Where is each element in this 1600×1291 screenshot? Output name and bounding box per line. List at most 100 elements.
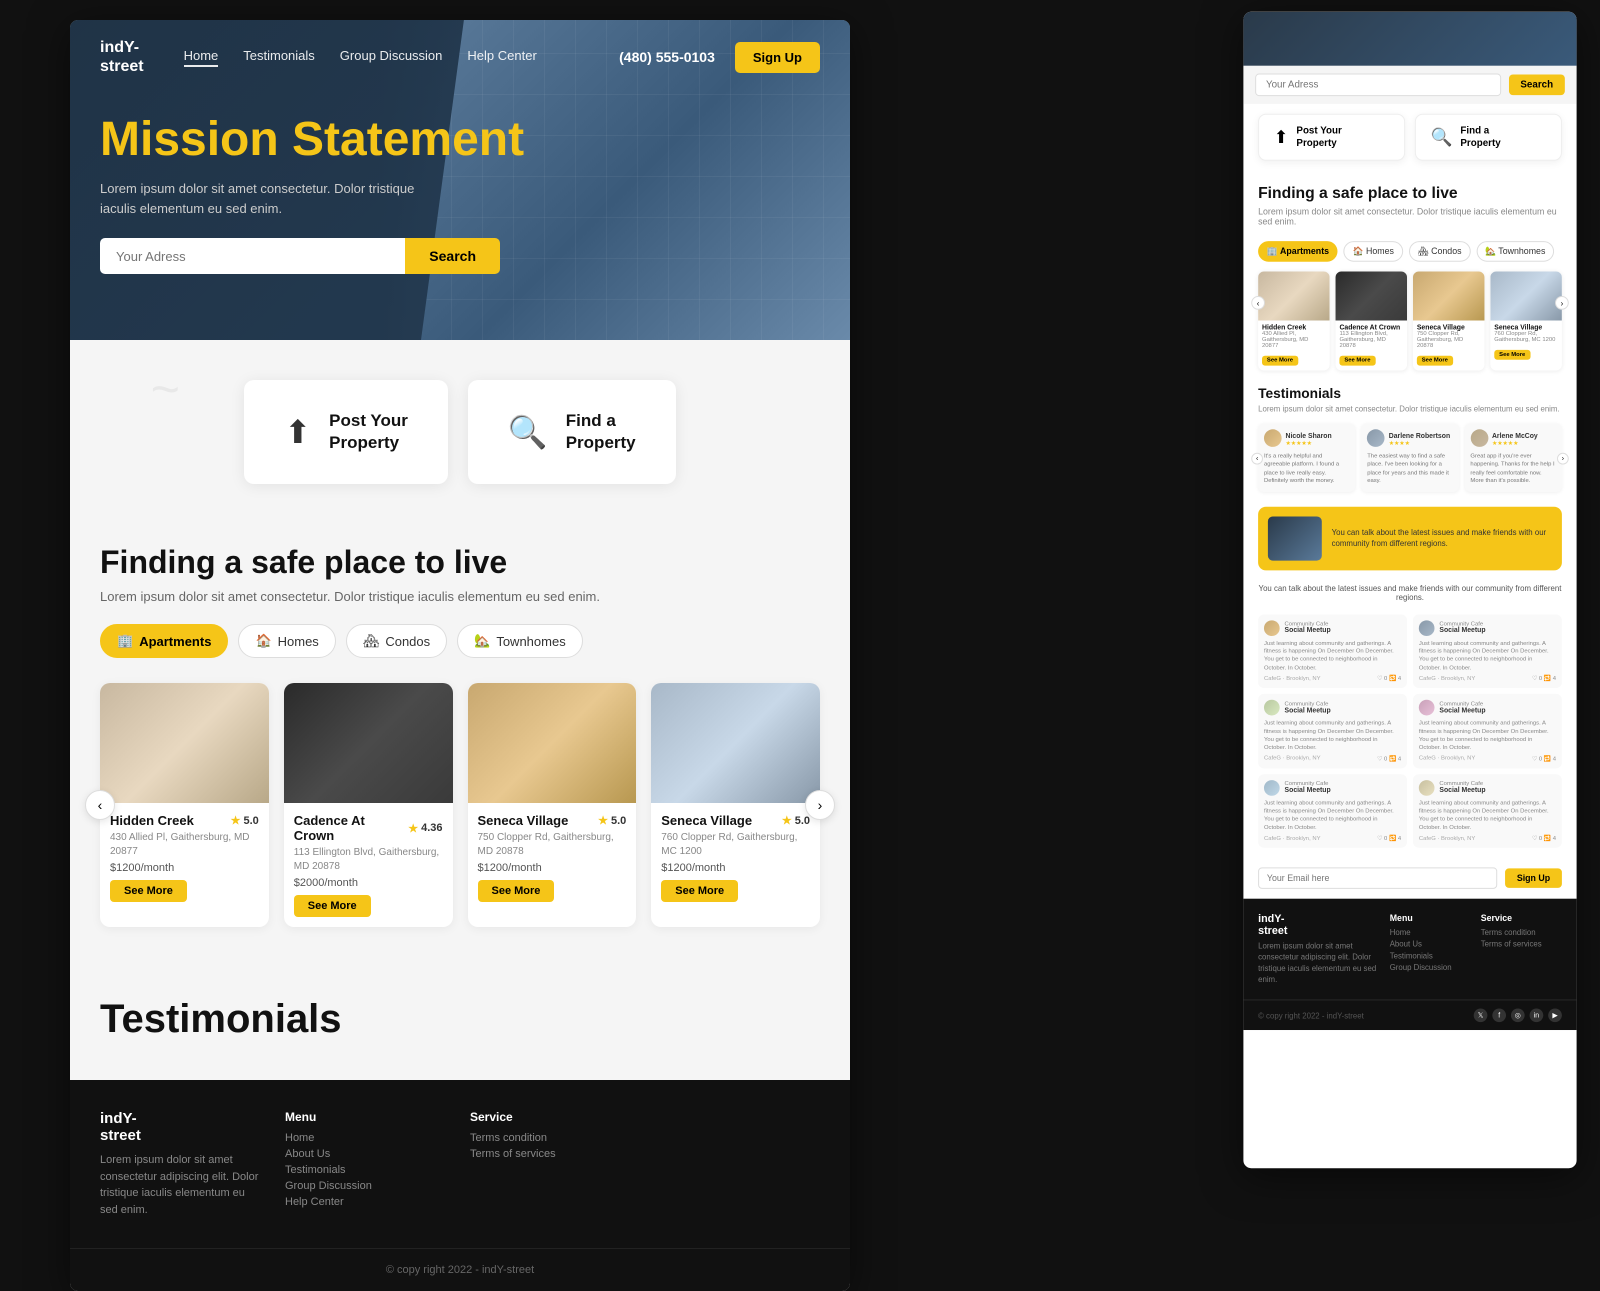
preview-community-card-header: Community Cafe Social Meetup	[1264, 780, 1401, 796]
footer-link-about[interactable]: About Us	[285, 1148, 450, 1160]
listing-info: Seneca Village ★ 5.0 760 Clopper Rd, Gai…	[651, 803, 820, 912]
facebook-icon[interactable]: f	[1492, 1008, 1506, 1022]
preview-listings: ‹ Hidden Creek 430 Allied Pl, Gaithersbu…	[1243, 272, 1576, 371]
preview-email-input[interactable]	[1258, 868, 1497, 890]
preview-find-property-card[interactable]: 🔍 Find aProperty	[1415, 114, 1562, 161]
preview-find-property-label: Find aProperty	[1460, 124, 1500, 149]
footer-link-terms[interactable]: Terms condition	[470, 1132, 635, 1144]
preview-listing-info: Seneca Village 760 Clopper Rd, Gaithersb…	[1490, 321, 1562, 365]
footer-service-col: Service Terms condition Terms of service…	[470, 1110, 635, 1218]
preview-footer-service-title: Service	[1481, 914, 1562, 924]
preview-community-actions: ♡ 0 🔁 4	[1532, 755, 1556, 762]
footer-link-home[interactable]: Home	[285, 1132, 450, 1144]
preview-community-location: CafeG · Brooklyn, NY	[1264, 756, 1321, 762]
instagram-icon[interactable]: ◎	[1511, 1008, 1525, 1022]
carousel-next-button[interactable]: ›	[805, 790, 835, 820]
preview-tab-homes[interactable]: 🏠 Homes	[1344, 241, 1403, 262]
nav-home[interactable]: Home	[184, 48, 219, 67]
preview-listing-name: Seneca Village	[1417, 324, 1481, 331]
brand-logo: indY- street	[100, 38, 144, 76]
preview-community-location: CafeG · Brooklyn, NY	[1419, 676, 1476, 682]
footer-link-testimonials[interactable]: Testimonials	[285, 1164, 450, 1176]
preview-community-actions: ♡ 0 🔁 4	[1532, 835, 1556, 842]
preview-listing-image	[1490, 272, 1562, 321]
footer-link-help[interactable]: Help Center	[285, 1196, 450, 1208]
preview-testimonials-prev[interactable]: ‹	[1251, 453, 1263, 465]
carousel-prev-button[interactable]: ‹	[85, 790, 115, 820]
preview-tab-apartments[interactable]: 🏢 Apartments	[1258, 241, 1338, 262]
preview-listing-card: Seneca Village 760 Clopper Rd, Gaithersb…	[1490, 272, 1562, 371]
preview-footer: indY-street Lorem ipsum dolor sit amet c…	[1243, 899, 1576, 1000]
preview-community-grid: Community Cafe Social Meetup Just learni…	[1258, 614, 1562, 848]
preview-avatar	[1264, 429, 1282, 447]
preview-listing-info: Cadence At Crown 113 Ellington Blvd, Gai…	[1336, 321, 1408, 371]
preview-community-text: Just learning about community and gather…	[1264, 799, 1401, 832]
nav-testimonials[interactable]: Testimonials	[243, 48, 315, 67]
preview-search-input[interactable]	[1255, 74, 1501, 97]
listing-card: Cadence At Crown ★ 4.36 113 Ellington Bl…	[284, 683, 453, 927]
preview-listing-info: Seneca Village 750 Clopper Rd, Gaithersb…	[1413, 321, 1485, 371]
action-section: ~ ⬆ Post YourProperty 🔍 Find aProperty	[70, 340, 850, 524]
preview-listing-addr: 750 Clopper Rd, Gaithersburg, MD 20878	[1417, 331, 1481, 349]
preview-tab-condos[interactable]: 🏘 Condos	[1409, 241, 1471, 262]
footer-description: Lorem ipsum dolor sit amet consectetur a…	[100, 1152, 265, 1218]
preview-footer-link[interactable]: Terms of services	[1481, 940, 1562, 949]
preview-carousel-next[interactable]: ›	[1555, 296, 1569, 310]
star-icon: ★	[408, 822, 418, 835]
tab-condos[interactable]: 🏘 Condos	[346, 624, 447, 658]
tab-homes[interactable]: 🏠 Homes	[238, 624, 335, 658]
preview-community-avatar	[1419, 700, 1435, 716]
preview-community-card-header: Community Cafe Social Meetup	[1264, 620, 1401, 636]
search-button[interactable]: Search	[405, 238, 500, 274]
preview-testimonials-section: Testimonials Lorem ipsum dolor sit amet …	[1243, 370, 1576, 506]
preview-footer-link[interactable]: About Us	[1390, 940, 1471, 949]
twitter-icon[interactable]: 𝕏	[1474, 1008, 1488, 1022]
footer-link-services[interactable]: Terms of services	[470, 1148, 635, 1160]
search-input[interactable]	[100, 238, 405, 274]
preview-testimonial-card: Nicole Sharon ★★★★★ It's a really helpfu…	[1258, 423, 1355, 491]
preview-see-more-btn[interactable]: See More	[1339, 356, 1375, 366]
preview-footer-link[interactable]: Group Discussion	[1390, 964, 1471, 973]
preview-post-property-card[interactable]: ⬆ Post YourProperty	[1258, 114, 1405, 161]
listing-name-row: Hidden Creek ★ 5.0	[110, 813, 259, 828]
preview-community-footer: CafeG · Brooklyn, NY ♡ 0 🔁 4	[1264, 675, 1401, 682]
preview-footer-link[interactable]: Terms condition	[1481, 928, 1562, 937]
preview-tab-townhomes[interactable]: 🏡 Townhomes	[1476, 241, 1554, 262]
preview-community-avatar	[1419, 620, 1435, 636]
nav-help-center[interactable]: Help Center	[467, 48, 536, 67]
preview-see-more-btn[interactable]: See More	[1262, 356, 1298, 366]
post-property-card[interactable]: ⬆ Post YourProperty	[244, 380, 448, 484]
see-more-button[interactable]: See More	[478, 880, 555, 902]
preview-avatar	[1367, 429, 1385, 447]
preview-search-button[interactable]: Search	[1509, 75, 1565, 96]
preview-reviewer-name: Arlene McCoy	[1492, 433, 1538, 440]
footer-link-group[interactable]: Group Discussion	[285, 1180, 450, 1192]
see-more-button[interactable]: See More	[661, 880, 738, 902]
preview-community-avatar	[1264, 780, 1280, 796]
hero-title: Mission Statement	[100, 114, 820, 167]
preview-listing-info: Hidden Creek 430 Allied Pl, Gaithersburg…	[1258, 321, 1330, 371]
preview-community-title: Social Meetup	[1285, 707, 1331, 714]
tab-townhomes[interactable]: 🏡 Townhomes	[457, 624, 583, 658]
see-more-button[interactable]: See More	[294, 895, 371, 917]
preview-signup-button[interactable]: Sign Up	[1505, 869, 1562, 889]
preview-cta-banner: You can talk about the latest issues and…	[1258, 506, 1562, 570]
preview-carousel-prev[interactable]: ‹	[1251, 296, 1265, 310]
preview-see-more-btn[interactable]: See More	[1494, 350, 1530, 360]
linkedin-icon[interactable]: in	[1530, 1008, 1544, 1022]
preview-see-more-btn[interactable]: See More	[1417, 356, 1453, 366]
preview-community-card-header: Community Cafe Social Meetup	[1419, 700, 1556, 716]
tab-apartments[interactable]: 🏢 Apartments	[100, 624, 228, 658]
preview-footer-link[interactable]: Testimonials	[1390, 952, 1471, 961]
signup-button[interactable]: Sign Up	[735, 42, 820, 73]
listing-price: $1200/month	[478, 862, 627, 874]
preview-testimonials-next[interactable]: ›	[1557, 453, 1569, 465]
decorative-element: ~	[150, 360, 179, 418]
preview-community-location: CafeG · Brooklyn, NY	[1264, 836, 1321, 842]
find-property-card[interactable]: 🔍 Find aProperty	[468, 380, 676, 484]
youtube-icon[interactable]: ▶	[1548, 1008, 1562, 1022]
see-more-button[interactable]: See More	[110, 880, 187, 902]
nav-group-discussion[interactable]: Group Discussion	[340, 48, 443, 67]
preview-community-avatar	[1264, 700, 1280, 716]
preview-footer-link[interactable]: Home	[1390, 928, 1471, 937]
